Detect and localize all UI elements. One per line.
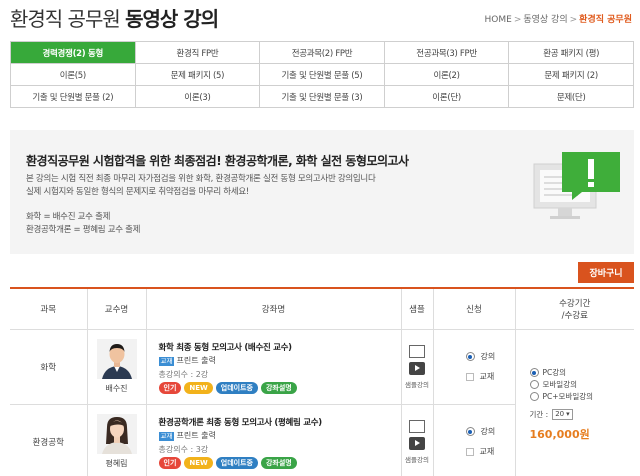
tab-past-3[interactable]: 기출 및 단원별 문풀 (3) [260,86,385,108]
term-select[interactable]: 20 ▾ [552,408,573,420]
badge-updating: 업데이트중 [215,381,258,394]
course-info-teacher: 환경공학개론 = 평혜림 교수 출제 [26,225,141,235]
sample-play-icon[interactable] [409,361,425,375]
course-info-desc: 본 강의는 시험 직전 최종 마무리 자가점검을 위한 화학, 환경공학개론 실… [26,174,376,184]
cell-lecture: 환경공학개론 최종 동형 모의고사 (평혜림 교수) 교재 프린트 출력 총강의수… [146,404,402,476]
cell-lecture: 화학 최종 동형 모의고사 (배수진 교수) 교재 프린트 출력 총강의수 : 2… [146,329,402,405]
lecture-badges: 인기 NEW 업데이트중 강좌설명 [158,381,297,394]
breadcrumb-video[interactable]: 동영상 강의 [523,15,567,25]
checkbox-icon[interactable] [465,447,474,456]
radio-icon[interactable] [465,427,475,436]
professor-photo[interactable] [96,414,137,454]
material-badge: 교재 [158,356,175,366]
sample-label: 샘플강의 [405,380,429,389]
price: 160,000원 [529,427,590,441]
period-option-both[interactable]: PC+모바일강의 [529,391,635,403]
tab-theory-5[interactable]: 이론(5) [11,64,136,86]
tab-env-fp[interactable]: 환경직 FP반 [135,42,261,64]
radio-icon[interactable] [529,380,539,389]
tab-major2-fp[interactable]: 전공과목(2) FP반 [260,42,385,64]
badge-updating: 업데이트중 [215,456,258,469]
course-info-box: 환경직공무원 시험합격을 위한 최종점검! 환경공학개론, 화학 실전 동형모의… [10,130,634,254]
category-tabs: 경력경쟁(2) 동형 환경직 FP반 전공과목(2) FP반 전공과목(3) F… [10,41,634,108]
table-header: 과목 교수명 강좌명 샘플 신청 수강기간/수강료 [10,289,634,330]
col-sample: 샘플 [401,289,434,330]
tab-past-5[interactable]: 기출 및 단원별 문풀 (5) [260,64,385,86]
lecture-material: 교재 프린트 출력 [158,355,216,366]
lecture-badges: 인기 NEW 업데이트중 강좌설명 [158,456,297,469]
col-apply: 신청 [433,289,516,330]
lecture-title[interactable]: 환경공학개론 최종 동형 모의고사 (평혜림 교수) [159,416,323,428]
tab-row: 이론(5) 문제 패키지 (5) 기출 및 단원별 문풀 (5) 이론(2) 문… [11,64,634,86]
radio-icon[interactable] [529,368,539,377]
cell-apply: 강의 교재 [433,404,516,476]
course-info-desc: 실제 시험지와 동일한 형식의 문제지로 취약점검을 마무리 하세요! [26,187,249,197]
material-badge: 교재 [158,431,175,441]
course-description-button[interactable]: 강좌설명 [260,381,297,394]
lecture-title[interactable]: 화학 최종 동형 모의고사 (배수진 교수) [159,341,293,353]
professor-photo[interactable] [96,339,137,379]
breadcrumb-home[interactable]: HOME [485,15,512,25]
col-period: 수강기간/수강료 [515,289,634,330]
tab-row: 경력경쟁(2) 동형 환경직 FP반 전공과목(2) FP반 전공과목(3) F… [11,42,634,64]
course-description-button[interactable]: 강좌설명 [260,456,297,469]
cart-button[interactable]: 장바구니 [578,262,634,283]
period-option-mobile[interactable]: 모바일강의 [529,379,635,391]
professor-name: 배수진 [105,384,128,393]
course-info-teacher: 화학 = 배수진 교수 출제 [26,212,111,222]
sample-label: 샘플강의 [405,455,429,464]
period-option-pc[interactable]: PC강의 [529,367,635,379]
tab-package[interactable]: 환공 패키지 (평) [509,42,634,64]
cell-sample: 샘플강의 [401,404,434,476]
apply-book-option[interactable]: 교재 [465,444,515,460]
cell-subject: 환경공학 [10,404,88,476]
course-table: 과목 교수명 강좌명 샘플 신청 수강기간/수강료 화학 배수진 화학 최종 동… [10,287,634,476]
header: 환경직 공무원 동영상 강의 HOME > 동영상 강의 > 환경직 공무원 [0,0,640,34]
breadcrumb-current[interactable]: 환경직 공무원 [579,15,632,25]
col-lecture: 강좌명 [146,289,402,330]
apply-lecture-option[interactable]: 강의 [465,349,515,365]
tab-problem-2[interactable]: 문제 패키지 (2) [509,64,634,86]
lecture-count: 총강의수 : 2강 [158,369,209,379]
badge-new: NEW [184,456,213,469]
sample-preview-icon[interactable] [409,419,425,433]
radio-icon[interactable] [465,352,475,361]
cell-subject: 화학 [10,329,88,405]
cell-apply: 강의 교재 [433,329,516,405]
tab-problem-5[interactable]: 문제 패키지 (5) [135,64,261,86]
course-info-title: 환경직공무원 시험합격을 위한 최종점검! 환경공학개론, 화학 실전 동형모의… [26,154,409,168]
tab-problem-single[interactable]: 문제(단) [509,86,634,108]
tab-theory-3[interactable]: 이론(3) [135,86,261,108]
tab-row: 기출 및 단원별 문풀 (2) 이론(3) 기출 및 단원별 문풀 (3) 이론… [11,86,634,108]
lecture-material: 교재 프린트 출력 [158,430,216,441]
tab-theory-2[interactable]: 이론(2) [384,64,510,86]
breadcrumb: HOME > 동영상 강의 > 환경직 공무원 [484,15,633,25]
cell-period: PC강의 모바일강의 PC+모바일강의 기간 : 20 ▾ 160,000원 [515,329,634,476]
checkbox-icon[interactable] [465,372,474,381]
tab-exam-2[interactable]: 경력경쟁(2) 동형 [11,42,136,64]
cell-sample: 샘플강의 [401,329,434,405]
professor-name: 평혜림 [105,459,128,468]
chevron-down-icon: ▾ [566,410,570,418]
table-row: 화학 배수진 화학 최종 동형 모의고사 (배수진 교수) 교재 프린트 출력 … [10,329,634,476]
apply-lecture-option[interactable]: 강의 [465,424,515,440]
sample-preview-icon[interactable] [409,344,425,358]
sample-play-icon[interactable] [409,436,425,450]
tab-major3-fp[interactable]: 전공과목(3) FP반 [384,42,510,64]
apply-book-option[interactable]: 교재 [465,369,515,385]
tab-past-2[interactable]: 기출 및 단원별 문풀 (2) [11,86,136,108]
radio-icon[interactable] [529,392,539,401]
badge-popular: 인기 [158,381,182,394]
cell-professor: 배수진 [87,329,147,405]
badge-new: NEW [184,381,213,394]
col-subject: 과목 [10,289,88,330]
badge-popular: 인기 [158,456,182,469]
cell-professor: 평혜림 [87,404,147,476]
col-professor: 교수명 [87,289,147,330]
page-title: 환경직 공무원 동영상 강의 [10,7,219,31]
term-row: 기간 : 20 ▾ [530,408,635,420]
lecture-count: 총강의수 : 3강 [158,444,209,454]
monitor-notice-icon [533,152,620,219]
tab-theory-single[interactable]: 이론(단) [384,86,510,108]
